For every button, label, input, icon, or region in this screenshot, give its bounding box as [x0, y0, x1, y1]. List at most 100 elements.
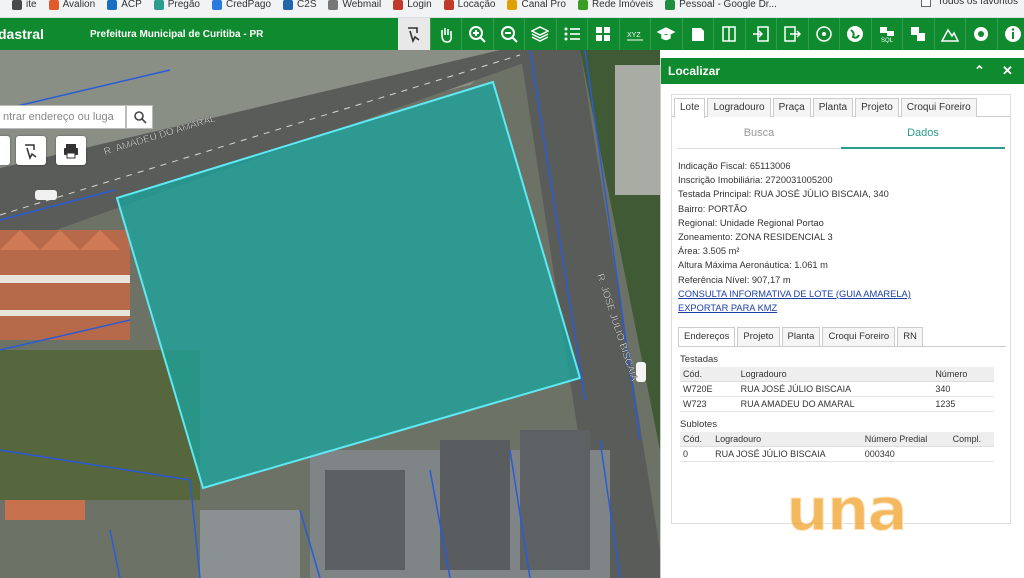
toolbar-button-globe[interactable]: [839, 18, 871, 50]
collapse-icon[interactable]: ⌃: [974, 63, 985, 79]
watermark-logo: una: [785, 474, 909, 546]
bookmark-icon: [48, 0, 59, 10]
bookmarks-bar: ite Avalion ACP Pregão CredPago C2S Webmail Log…: [0, 0, 1024, 18]
column-header: Cód.: [680, 367, 738, 382]
tab-croqui-foreiro[interactable]: Croqui Foreiro: [900, 98, 977, 117]
lower-tab-3[interactable]: Croqui Foreiro: [822, 327, 896, 346]
info-line: Referência Nível: 907,17 m: [678, 274, 791, 285]
bookmark-item[interactable]: ACP: [107, 0, 142, 10]
toolbar-button-identify[interactable]: [398, 18, 430, 50]
info-line: Área: 3.505 m²: [678, 246, 740, 257]
toolbar-button-xyz[interactable]: XYZ: [618, 18, 651, 50]
tab-logradouro[interactable]: Logradouro: [707, 98, 771, 117]
info-line: Indicação Fiscal: 65113006: [678, 161, 791, 171]
toolbar-button-sql[interactable]: SQL: [870, 18, 903, 50]
zoom-out-icon: [500, 26, 518, 43]
bookmark-icon: [393, 0, 404, 10]
bookmark-item[interactable]: CredPago: [212, 0, 271, 10]
testadas-title: Testadas: [680, 354, 719, 365]
lower-tab-4[interactable]: RN: [897, 327, 923, 346]
toolbar-button-info[interactable]: [996, 18, 1024, 50]
close-icon[interactable]: ✕: [1002, 63, 1013, 79]
toolbar-button-print-map[interactable]: [902, 18, 934, 50]
tab-projeto[interactable]: Projeto: [855, 98, 899, 117]
search-button[interactable]: [126, 105, 153, 129]
bookmark-icon: [107, 0, 118, 10]
bookmark-item[interactable]: Avalion: [48, 0, 95, 10]
map-side-button[interactable]: [0, 136, 10, 165]
bookmark-item[interactable]: C2S: [283, 0, 316, 10]
testadas-table: Cód. Logradouro Número W720E RUA JOSÉ JÚLIO …: [680, 367, 994, 412]
tab-planta[interactable]: Planta: [812, 98, 854, 117]
subtab-dados[interactable]: Dados: [841, 121, 1005, 149]
column-header: Número: [932, 367, 994, 382]
toolbar-button-import[interactable]: [744, 18, 777, 50]
info-line: Zoneamento: ZONA RESIDENCIAL 3: [678, 232, 833, 243]
lower-tab-2[interactable]: Planta: [781, 327, 821, 346]
sql-label: SQL: [881, 38, 894, 43]
bookmark-item[interactable]: Locação: [443, 0, 496, 10]
bookmark-item[interactable]: Pregão: [153, 0, 200, 10]
lot-info: Indicação Fiscal: 65113006 Inscrição Imob…: [672, 149, 1010, 315]
lower-tab-0[interactable]: Endereços: [678, 327, 736, 346]
tab-praça[interactable]: Praça: [772, 98, 811, 117]
subtab-busca[interactable]: Busca: [677, 121, 841, 149]
toolbar-button-grid[interactable]: [587, 18, 619, 50]
panel-title: Localizar: [668, 64, 721, 78]
bookmark-item[interactable]: Canal Pro: [507, 0, 566, 10]
address-search-input[interactable]: ntrar endereço ou luga: [0, 105, 126, 129]
toolbar-button-layers[interactable]: [524, 18, 556, 50]
toolbar-button-export[interactable]: [776, 18, 808, 50]
sql-icon: SQL: [879, 27, 894, 43]
map-view[interactable]: R. AMADEU DO AMARAL R. JOSÉ JÚLIO BISCAI…: [0, 50, 660, 578]
table-cell: RUA AMADEU DO AMARAL: [737, 396, 933, 412]
bookmark-icon: [507, 0, 518, 10]
toolbar-button-legend[interactable]: [555, 18, 588, 50]
tab-lote[interactable]: Lote: [674, 98, 706, 118]
bookmark-item[interactable]: ite: [12, 0, 37, 10]
toolbar-button-split[interactable]: [713, 18, 745, 50]
guia-amarela-link[interactable]: CONSULTA INFORMATIVA DE LOTE (GUIA AMARE…: [678, 287, 1004, 301]
bookmark-label: ite: [26, 0, 37, 10]
export-icon: [784, 26, 802, 42]
bookmark-label: Locação: [457, 0, 496, 10]
bookmark-icon: [12, 0, 22, 10]
toolbar-button-pan[interactable]: [429, 18, 462, 50]
bookmark-item[interactable]: Login: [393, 0, 432, 10]
bookmark-item[interactable]: Rede Imóveis: [577, 0, 653, 10]
app-subtitle: Prefeitura Municipal de Curitiba - PR: [90, 28, 264, 40]
all-bookmarks-label: Todos os favoritos: [937, 0, 1018, 7]
toolbar-button-settings[interactable]: [965, 18, 997, 50]
column-header: Número Predial: [861, 432, 950, 447]
print-button[interactable]: [56, 136, 86, 165]
toolbar-button-target[interactable]: [807, 18, 840, 50]
table-cell: 0: [680, 446, 713, 462]
toolbar-button-terrain[interactable]: [933, 18, 966, 50]
education-icon: [657, 27, 676, 41]
info-line: Bairro: PORTÃO: [678, 203, 748, 214]
table-row[interactable]: W723 RUA AMADEU DO AMARAL 1235: [680, 396, 994, 412]
bookmark-item[interactable]: Pessoal - Google Dr...: [665, 0, 777, 10]
column-header: Logradouro: [712, 432, 862, 447]
column-header: Compl.: [949, 432, 994, 447]
toolbar-button-zoom-in[interactable]: [461, 18, 493, 50]
pan-icon: [440, 28, 452, 43]
bookmark-label: C2S: [297, 0, 317, 10]
identify-map-button[interactable]: [16, 136, 46, 165]
table-row[interactable]: 0 RUA JOSÉ JÚLIO BISCAIA 000340: [680, 446, 994, 462]
toolbar-button-bookmark-map[interactable]: [681, 18, 714, 50]
sublotes-title: Sublotes: [680, 419, 717, 430]
toolbar-button-zoom-out[interactable]: [492, 18, 525, 50]
export-kmz-link[interactable]: EXPORTAR PARA KMZ: [678, 301, 1004, 315]
all-bookmarks[interactable]: Todos os favoritos: [921, 0, 1018, 7]
table-cell: RUA JOSÉ JÚLIO BISCAIA: [712, 446, 862, 462]
table-header-row: Cód. Logradouro Número: [680, 367, 994, 382]
table-row[interactable]: W720E RUA JOSÉ JÚLIO BISCAIA 340: [680, 381, 994, 397]
terrain-icon: [940, 28, 959, 42]
toolbar-button-education[interactable]: [650, 18, 682, 50]
panel-header: Localizar ⌃ ✕: [661, 58, 1024, 84]
lower-tab-1[interactable]: Projeto: [737, 327, 780, 346]
bookmark-item[interactable]: Webmail: [328, 0, 381, 10]
map-canvas[interactable]: R. AMADEU DO AMARAL R. JOSÉ JÚLIO BISCAI…: [0, 50, 660, 578]
print-map-icon: [911, 27, 926, 41]
